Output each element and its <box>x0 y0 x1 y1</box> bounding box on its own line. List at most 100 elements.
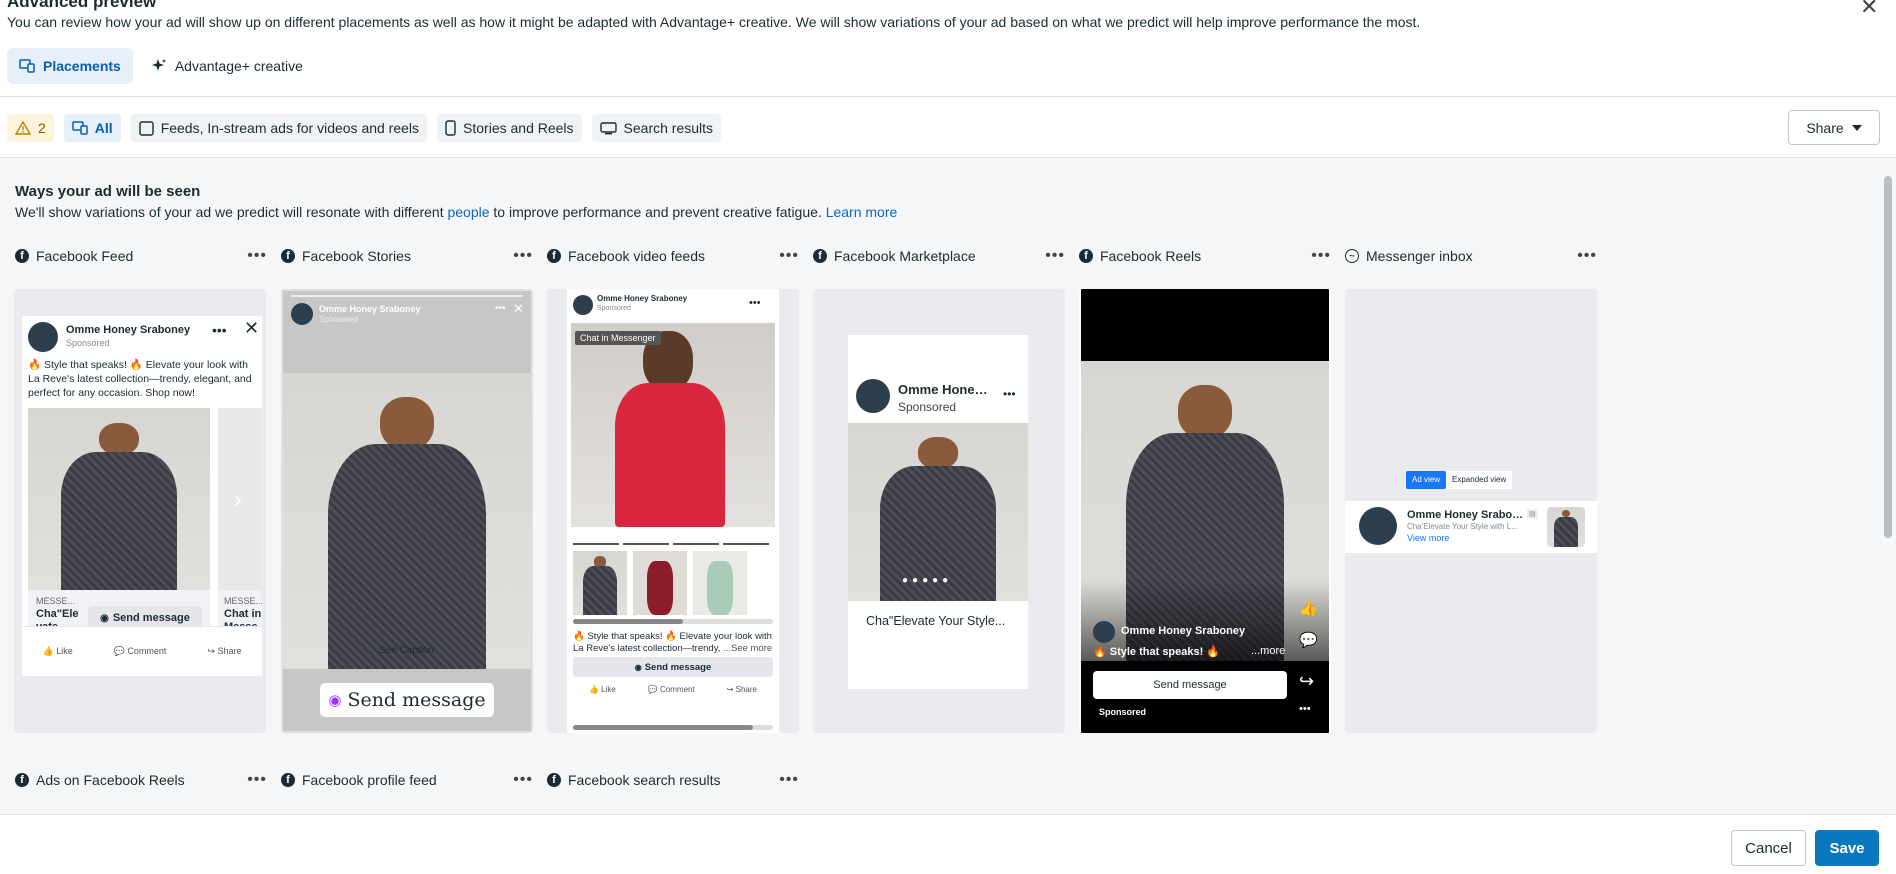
card-tag: MESSE... <box>224 596 262 606</box>
comment-label: Comment <box>660 685 695 694</box>
like-icon[interactable]: 👍 <box>1299 599 1318 617</box>
more-options-icon[interactable]: ••• <box>1311 247 1331 265</box>
preview-facebook-reels[interactable]: 👍 💬 Omme Honey Sraboney 🔥 Style that spe… <box>1079 289 1331 733</box>
cancel-button[interactable]: Cancel <box>1731 830 1806 866</box>
more-options-icon[interactable]: ••• <box>1299 703 1311 715</box>
product-thumb[interactable] <box>633 551 687 615</box>
more-options-icon[interactable]: ••• <box>779 771 799 789</box>
product-image <box>28 408 210 590</box>
ad-view-toggle[interactable]: Ad view <box>1406 471 1447 489</box>
sponsored-label: Sponsored <box>319 315 358 324</box>
warning-count: 2 <box>38 120 46 136</box>
like-button[interactable]: 👍 Like <box>589 685 616 694</box>
comment-icon[interactable]: 💬 <box>1299 631 1318 649</box>
send-message-button[interactable]: ◉ Send message <box>320 683 494 717</box>
more-options-icon[interactable]: ••• <box>212 322 227 338</box>
filter-stories-reels[interactable]: Stories and Reels <box>437 114 582 142</box>
placement-header-ads-on-facebook-reels: f Ads on Facebook Reels ••• <box>15 770 267 790</box>
more-options-icon[interactable]: ••• <box>749 297 761 309</box>
close-icon[interactable]: ✕ <box>244 318 259 339</box>
figure-dress <box>615 383 725 527</box>
placement-label: Facebook Stories <box>302 248 411 264</box>
placements-icon <box>72 121 88 135</box>
people-link[interactable]: people <box>447 204 489 220</box>
facebook-icon: f <box>813 249 827 263</box>
view-more-link[interactable]: View more <box>1407 533 1449 543</box>
comment-button[interactable]: 💬 Comment <box>114 646 167 657</box>
sponsored-label: Sponsored <box>1099 707 1147 717</box>
scrollbar-thumb[interactable] <box>1884 176 1892 538</box>
tab-label: Advantage+ creative <box>174 58 303 74</box>
send-message-button[interactable]: Send message <box>1093 671 1287 699</box>
placement-label: Facebook Marketplace <box>834 248 976 264</box>
placement-label: Facebook search results <box>568 772 721 788</box>
page-name: Omme Honey Sraboney <box>597 294 688 303</box>
preview-facebook-video-feeds[interactable]: Omme Honey Sraboney Sponsored ••• Chat i… <box>547 289 799 733</box>
placement-filters: 2 All Feeds, In-stream ads for videos an… <box>7 114 722 142</box>
placement-header-facebook-stories: f Facebook Stories ••• <box>281 246 533 266</box>
more-options-icon[interactable]: ••• <box>513 247 533 265</box>
more-options-icon[interactable]: ••• <box>247 771 267 789</box>
more-options-icon[interactable]: ••• <box>1045 247 1065 265</box>
close-icon[interactable]: ✕ <box>1860 0 1878 20</box>
more-options-icon[interactable]: ••• <box>495 303 506 314</box>
more-options-icon[interactable]: ••• <box>247 247 267 265</box>
ad-badge-icon: ▤ <box>1527 509 1538 519</box>
horizontal-scrollbar[interactable] <box>573 725 773 730</box>
learn-more-link[interactable]: Learn more <box>826 204 898 220</box>
preview-messenger-inbox[interactable]: Ad view Expanded view Omme Honey Srabo… … <box>1345 289 1597 733</box>
carousel-scrollbar[interactable] <box>573 619 773 624</box>
see-more-link[interactable]: ...See more <box>723 643 772 654</box>
filter-label: Stories and Reels <box>463 120 574 136</box>
preview-facebook-marketplace[interactable]: Omme Hone… Sponsored ••• ●●●●● Cha"Eleva… <box>813 289 1065 733</box>
more-options-icon[interactable]: ••• <box>779 247 799 265</box>
comment-button[interactable]: 💬 Comment <box>648 685 695 694</box>
filter-search-results[interactable]: Search results <box>591 114 722 142</box>
save-button[interactable]: Save <box>1815 830 1879 866</box>
share-button[interactable]: ↪ Share <box>207 646 241 657</box>
tab-advantage-creative[interactable]: Advantage+ creative <box>139 48 315 84</box>
carousel-dots: ●●●●● <box>902 575 953 586</box>
product-thumb[interactable] <box>693 551 747 615</box>
more-options-icon[interactable]: ••• <box>1577 247 1597 265</box>
like-button[interactable]: 👍 Like <box>42 646 72 657</box>
filter-label: Search results <box>623 120 714 136</box>
product-thumb[interactable] <box>573 551 627 615</box>
close-icon[interactable]: ✕ <box>513 301 524 317</box>
share-button[interactable]: ↪ Share <box>727 685 757 694</box>
messenger-icon: ◉ <box>328 691 342 709</box>
see-caption[interactable]: See Caption <box>379 645 434 656</box>
send-message-button[interactable]: ◉ Send message <box>573 657 773 677</box>
see-more-link[interactable]: ...more <box>1251 645 1285 657</box>
product-image <box>571 323 775 527</box>
avatar <box>1359 507 1397 545</box>
placement-label: Facebook profile feed <box>302 772 437 788</box>
filter-all[interactable]: All <box>63 114 121 142</box>
expanded-view-toggle[interactable]: Expanded view <box>1446 471 1513 489</box>
preview-facebook-stories[interactable]: Omme Honey Sraboney Sponsored ••• ✕ See … <box>281 289 533 733</box>
page-name: Omme Honey Sraboney <box>66 324 191 336</box>
filter-feeds[interactable]: Feeds, In-stream ads for videos and reel… <box>130 114 428 142</box>
marketplace-ad: Omme Hone… Sponsored ••• ●●●●● <box>848 365 1028 633</box>
more-options-icon[interactable]: ••• <box>1003 387 1016 401</box>
messenger-icon: ~ <box>1345 249 1359 263</box>
preview-facebook-feed[interactable]: Omme Honey Sraboney Sponsored ••• ✕ 🔥 St… <box>14 289 266 733</box>
chevron-right-icon[interactable]: › <box>234 486 242 514</box>
share-dropdown[interactable]: Share <box>1788 110 1880 145</box>
reaction-bar: 👍 Like 💬 Comment ↪ Share <box>573 685 773 694</box>
more-options-icon[interactable]: ••• <box>513 771 533 789</box>
share-label: Share <box>1806 119 1844 136</box>
avatar <box>856 379 890 413</box>
card-tag: MESSE... <box>36 596 76 606</box>
tab-bar: Placements Advantage+ creative <box>7 48 315 84</box>
sparkle-icon <box>151 59 166 71</box>
warning-chip[interactable]: 2 <box>7 114 54 142</box>
share-icon[interactable]: ↪ <box>1299 671 1314 692</box>
avatar <box>28 322 58 352</box>
listing-title: Cha"Elevate Your Style... <box>848 609 1028 633</box>
tab-placements[interactable]: Placements <box>7 48 133 84</box>
ad-caption: 🔥 Style that speaks! 🔥 <box>1093 646 1221 658</box>
facebook-icon: f <box>15 249 29 263</box>
filter-label: Feeds, In-stream ads for videos and reel… <box>160 120 420 136</box>
placement-label: Facebook Feed <box>36 248 134 264</box>
